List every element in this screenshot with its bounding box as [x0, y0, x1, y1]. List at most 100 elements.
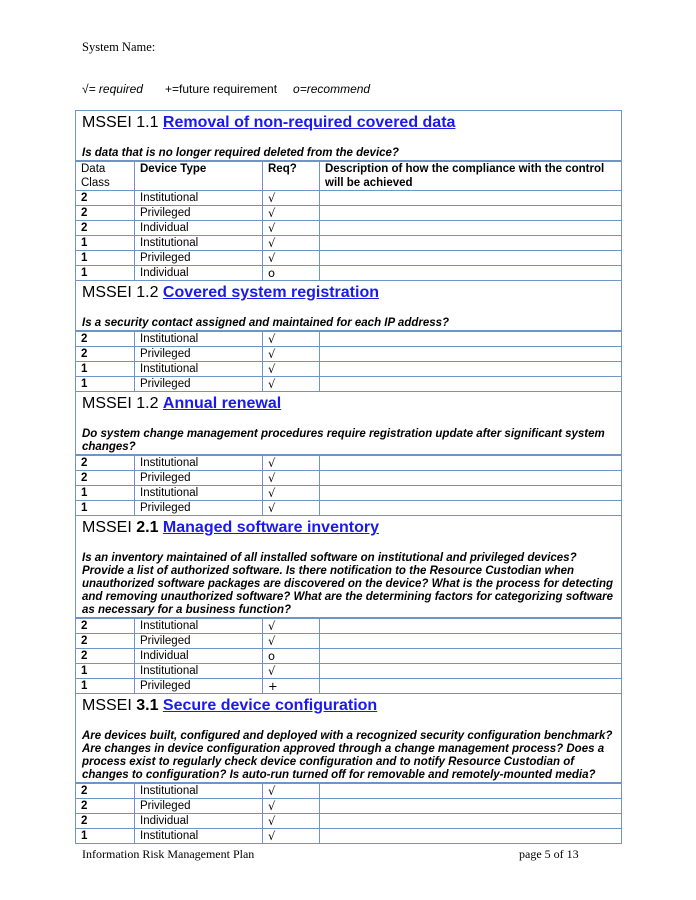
data-class-cell: 2	[75, 205, 135, 221]
device-type-cell: Individual	[134, 648, 263, 664]
requirement-cell: +	[262, 678, 320, 694]
section-link[interactable]: Managed software inventory	[163, 519, 379, 536]
device-type-cell: Institutional	[134, 361, 263, 377]
description-cell[interactable]	[319, 235, 622, 251]
section-header-row: MSSEI 3.1 Secure device configuration Are…	[75, 693, 622, 784]
description-cell[interactable]	[319, 220, 622, 236]
requirement-cell: √	[262, 330, 320, 347]
description-cell[interactable]	[319, 376, 622, 392]
device-type-cell: Privileged	[134, 205, 263, 221]
requirement-cell: √	[262, 828, 320, 844]
description-cell[interactable]	[319, 648, 622, 664]
section-question: Is a security contact assigned and maint…	[82, 317, 450, 329]
device-type-cell: Individual	[134, 265, 263, 281]
legend-required: = required	[88, 82, 143, 96]
description-cell[interactable]	[319, 265, 622, 281]
requirement-cell: o	[262, 648, 320, 664]
description-cell[interactable]	[319, 663, 622, 679]
device-type-cell: Privileged	[134, 250, 263, 266]
column-header-req: Req?	[262, 160, 320, 191]
description-cell[interactable]	[319, 361, 622, 377]
data-class-cell: 1	[75, 265, 135, 281]
section-title: MSSEI 3.1 Secure device configuration	[82, 696, 615, 716]
system-name-label: System Name:	[82, 40, 156, 54]
device-type-cell: Institutional	[134, 782, 263, 799]
requirement-cell: √	[262, 376, 320, 392]
section-link[interactable]: Annual renewal	[163, 395, 281, 412]
description-cell[interactable]	[319, 190, 622, 206]
section-link[interactable]: Secure device configuration	[163, 697, 377, 714]
table-row: 1 Institutional √	[75, 485, 622, 501]
table-row: 2 Institutional √	[75, 617, 622, 634]
section-question: Is an inventory maintained of all instal…	[82, 552, 614, 616]
column-header-data-class: Data Class	[75, 160, 135, 191]
legend-recommend: o=recommend	[293, 82, 371, 96]
section-header-row: MSSEI 2.1 Managed software inventory Is a…	[75, 515, 622, 619]
description-cell[interactable]	[319, 678, 622, 694]
section-header: MSSEI 1.1 Removal of non-required covere…	[75, 110, 622, 162]
description-cell[interactable]	[319, 454, 622, 471]
description-cell[interactable]	[319, 798, 622, 814]
description-cell[interactable]	[319, 485, 622, 501]
section-question: Is data that is no longer required delet…	[82, 147, 399, 159]
description-cell[interactable]	[319, 617, 622, 634]
data-class-cell: 2	[75, 470, 135, 486]
section-header-row: MSSEI 1.2 Covered system registration Is …	[75, 280, 622, 332]
device-type-cell: Institutional	[134, 190, 263, 206]
description-cell[interactable]	[319, 330, 622, 347]
device-type-cell: Institutional	[134, 828, 263, 844]
data-class-cell: 1	[75, 250, 135, 266]
data-class-cell: 1	[75, 678, 135, 694]
data-class-cell: 2	[75, 220, 135, 236]
requirement-cell: √	[262, 500, 320, 516]
section-header: MSSEI 1.2 Covered system registration Is …	[75, 280, 622, 332]
column-header-device-type: Device Type	[134, 160, 263, 191]
footer-document-title: Information Risk Management Plan	[82, 847, 255, 861]
table-row: 2 Institutional √	[75, 782, 622, 799]
table-row: 1 Privileged √	[75, 376, 622, 392]
requirement-cell: o	[262, 265, 320, 281]
requirement-cell: √	[262, 346, 320, 362]
requirement-cell: √	[262, 617, 320, 634]
table-row: 1 Institutional √	[75, 235, 622, 251]
section-header-row: MSSEI 1.1 Removal of non-required covere…	[75, 110, 622, 162]
device-type-cell: Institutional	[134, 663, 263, 679]
section-link[interactable]: Covered system registration	[163, 284, 379, 301]
table-row: 1 Privileged +	[75, 678, 622, 694]
section-link[interactable]: Removal of non-required covered data	[163, 114, 456, 131]
description-cell[interactable]	[319, 250, 622, 266]
table-row: 1 Individual o	[75, 265, 622, 281]
description-cell[interactable]	[319, 633, 622, 649]
requirement-cell: √	[262, 235, 320, 251]
section-title: MSSEI 1.2 Covered system registration	[82, 283, 615, 303]
description-cell[interactable]	[319, 346, 622, 362]
requirement-cell: √	[262, 485, 320, 501]
description-cell[interactable]	[319, 782, 622, 799]
data-class-cell: 2	[75, 454, 135, 471]
column-header-row: Data Class Device Type Req? Description of …	[75, 160, 622, 191]
table-row: 2 Privileged √	[75, 798, 622, 814]
table-row: 2 Individual √	[75, 813, 622, 829]
footer-page-indicator: page 5 of 13	[519, 847, 579, 861]
device-type-cell: Institutional	[134, 235, 263, 251]
data-class-cell: 2	[75, 633, 135, 649]
description-cell[interactable]	[319, 205, 622, 221]
description-cell[interactable]	[319, 470, 622, 486]
section-prefix: MSSEI 1.2	[82, 284, 163, 301]
data-class-cell: 1	[75, 376, 135, 392]
data-class-cell: 1	[75, 361, 135, 377]
requirement-cell: √	[262, 250, 320, 266]
table-row: 2 Institutional √	[75, 454, 622, 471]
description-cell[interactable]	[319, 813, 622, 829]
description-cell[interactable]	[319, 500, 622, 516]
section-prefix: MSSEI	[82, 697, 137, 714]
section-prefix: MSSEI	[82, 519, 137, 536]
legend-required-symbol: √	[82, 82, 89, 96]
description-cell[interactable]	[319, 828, 622, 844]
table-row: 1 Institutional √	[75, 663, 622, 679]
data-class-cell: 1	[75, 663, 135, 679]
device-type-cell: Privileged	[134, 798, 263, 814]
table-row: 2 Privileged √	[75, 205, 622, 221]
section-header: MSSEI 1.2 Annual renewal Do system change…	[75, 391, 622, 456]
data-class-cell: 1	[75, 235, 135, 251]
